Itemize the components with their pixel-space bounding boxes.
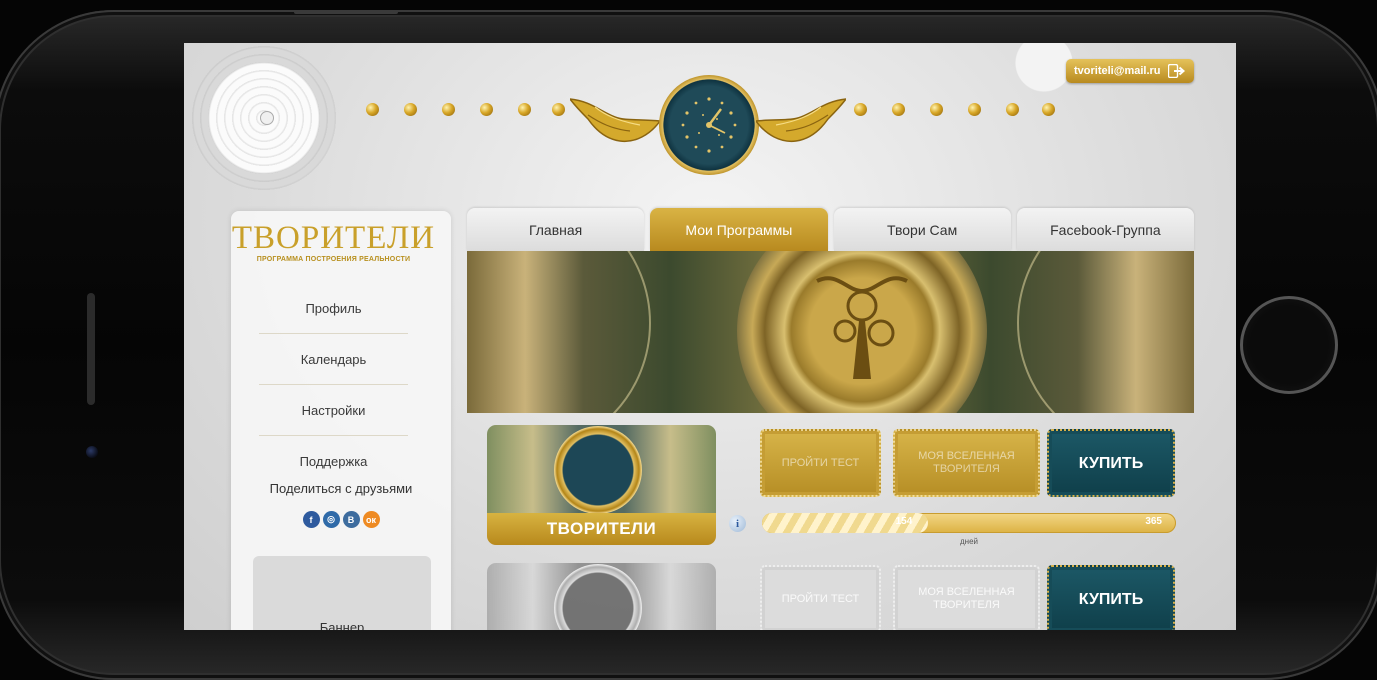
program-medal-icon	[554, 564, 642, 630]
program-card[interactable]	[487, 563, 716, 630]
program-medal-icon	[554, 426, 642, 514]
sidebar-nav: Профиль Календарь Настройки Поддержка	[231, 283, 436, 486]
bead-ornament	[518, 103, 531, 116]
bead-ornament	[366, 103, 379, 116]
brand-logo[interactable]: ТВОРИТЕЛИ ПРОГРАММА ПОСТРОЕНИЯ РЕАЛЬНОСТ…	[231, 221, 436, 263]
account-email-button[interactable]: tvoriteli@mail.ru	[1066, 59, 1194, 83]
sidebar-item-settings[interactable]: Настройки	[259, 385, 408, 436]
tab-my-programs[interactable]: Мои Программы	[650, 208, 828, 251]
share-label: Поделиться с друзьями	[269, 481, 413, 496]
winged-clock-emblem	[564, 71, 852, 183]
gears-emblem-icon	[816, 276, 908, 379]
take-test-button[interactable]: ПРОЙТИ ТЕСТ	[760, 565, 881, 630]
program-card[interactable]: ТВОРИТЕЛИ	[487, 425, 716, 545]
bead-ornament	[442, 103, 455, 116]
left-wing-icon	[570, 98, 660, 143]
account-email: tvoriteli@mail.ru	[1074, 65, 1161, 77]
hero-arc	[1017, 251, 1194, 413]
app-screen: tvoriteli@mail.ru ТВОРИТЕЛИ ПРОГРАММА ПО…	[184, 43, 1236, 630]
bead-ornament	[1042, 103, 1055, 116]
brand-subtitle: ПРОГРАММА ПОСТРОЕНИЯ РЕАЛЬНОСТИ	[256, 256, 411, 263]
banner-label: Баннер	[319, 620, 365, 630]
program-image	[487, 425, 716, 514]
buy-button[interactable]: КУПИТЬ	[1047, 429, 1175, 497]
bead-ornament	[892, 103, 905, 116]
my-universe-button[interactable]: МОЯ ВСЕЛЕННАЯ ТВОРИТЕЛЯ	[893, 565, 1040, 630]
sidebar-item-profile[interactable]: Профиль	[259, 283, 408, 334]
sidebar-item-calendar[interactable]: Календарь	[259, 334, 408, 385]
bead-ornament	[1006, 103, 1019, 116]
info-icon[interactable]: i	[729, 515, 746, 532]
days-progress-bar: 154 365	[762, 513, 1176, 533]
social-share-row: f ◎ В ок	[231, 511, 451, 528]
home-button[interactable]	[1240, 296, 1338, 394]
camera-icon	[86, 446, 98, 458]
banner-placeholder[interactable]: Баннер	[253, 556, 431, 630]
bead-ornament	[854, 103, 867, 116]
sidebar: ТВОРИТЕЛИ ПРОГРАММА ПОСТРОЕНИЯ РЕАЛЬНОСТ…	[231, 211, 451, 630]
bead-ornament	[968, 103, 981, 116]
progress-total: 365	[1145, 516, 1162, 527]
bead-ornament	[930, 103, 943, 116]
ornament-center	[260, 111, 274, 125]
tab-facebook-group[interactable]: Facebook-Группа	[1016, 208, 1194, 251]
program-title: ТВОРИТЕЛИ	[487, 513, 716, 545]
tab-home[interactable]: Главная	[467, 208, 645, 251]
right-wing-icon	[756, 98, 846, 143]
bead-ornament	[404, 103, 417, 116]
brand-title: ТВОРИТЕЛИ	[231, 220, 436, 256]
facebook-icon[interactable]: f	[302, 511, 320, 528]
bead-ornament	[480, 103, 493, 116]
instagram-icon[interactable]: ◎	[322, 511, 340, 528]
sidebar-item-support[interactable]: Поддержка	[259, 436, 408, 486]
buy-button[interactable]: КУПИТЬ	[1047, 565, 1175, 630]
take-test-button[interactable]: ПРОЙТИ ТЕСТ	[760, 429, 881, 497]
phone-side-button	[294, 10, 398, 14]
logout-icon[interactable]	[1168, 64, 1186, 78]
clock-face	[681, 97, 737, 153]
phone-speaker-slot	[87, 293, 95, 405]
odnoklassniki-icon[interactable]: ок	[362, 511, 380, 528]
program-image	[487, 563, 716, 630]
progress-current: 154	[895, 516, 913, 527]
clock-icon	[659, 75, 759, 175]
main-tabs: Главная Мои Программы Твори Сам Facebook…	[467, 208, 1194, 251]
progress-unit-label: дней	[960, 537, 979, 546]
my-universe-button[interactable]: МОЯ ВСЕЛЕННАЯ ТВОРИТЕЛЯ	[893, 429, 1040, 497]
hero-arc	[467, 251, 651, 413]
hero-banner-image	[467, 251, 1194, 413]
tab-create-yourself[interactable]: Твори Сам	[833, 208, 1011, 251]
vk-icon[interactable]: В	[342, 511, 360, 528]
